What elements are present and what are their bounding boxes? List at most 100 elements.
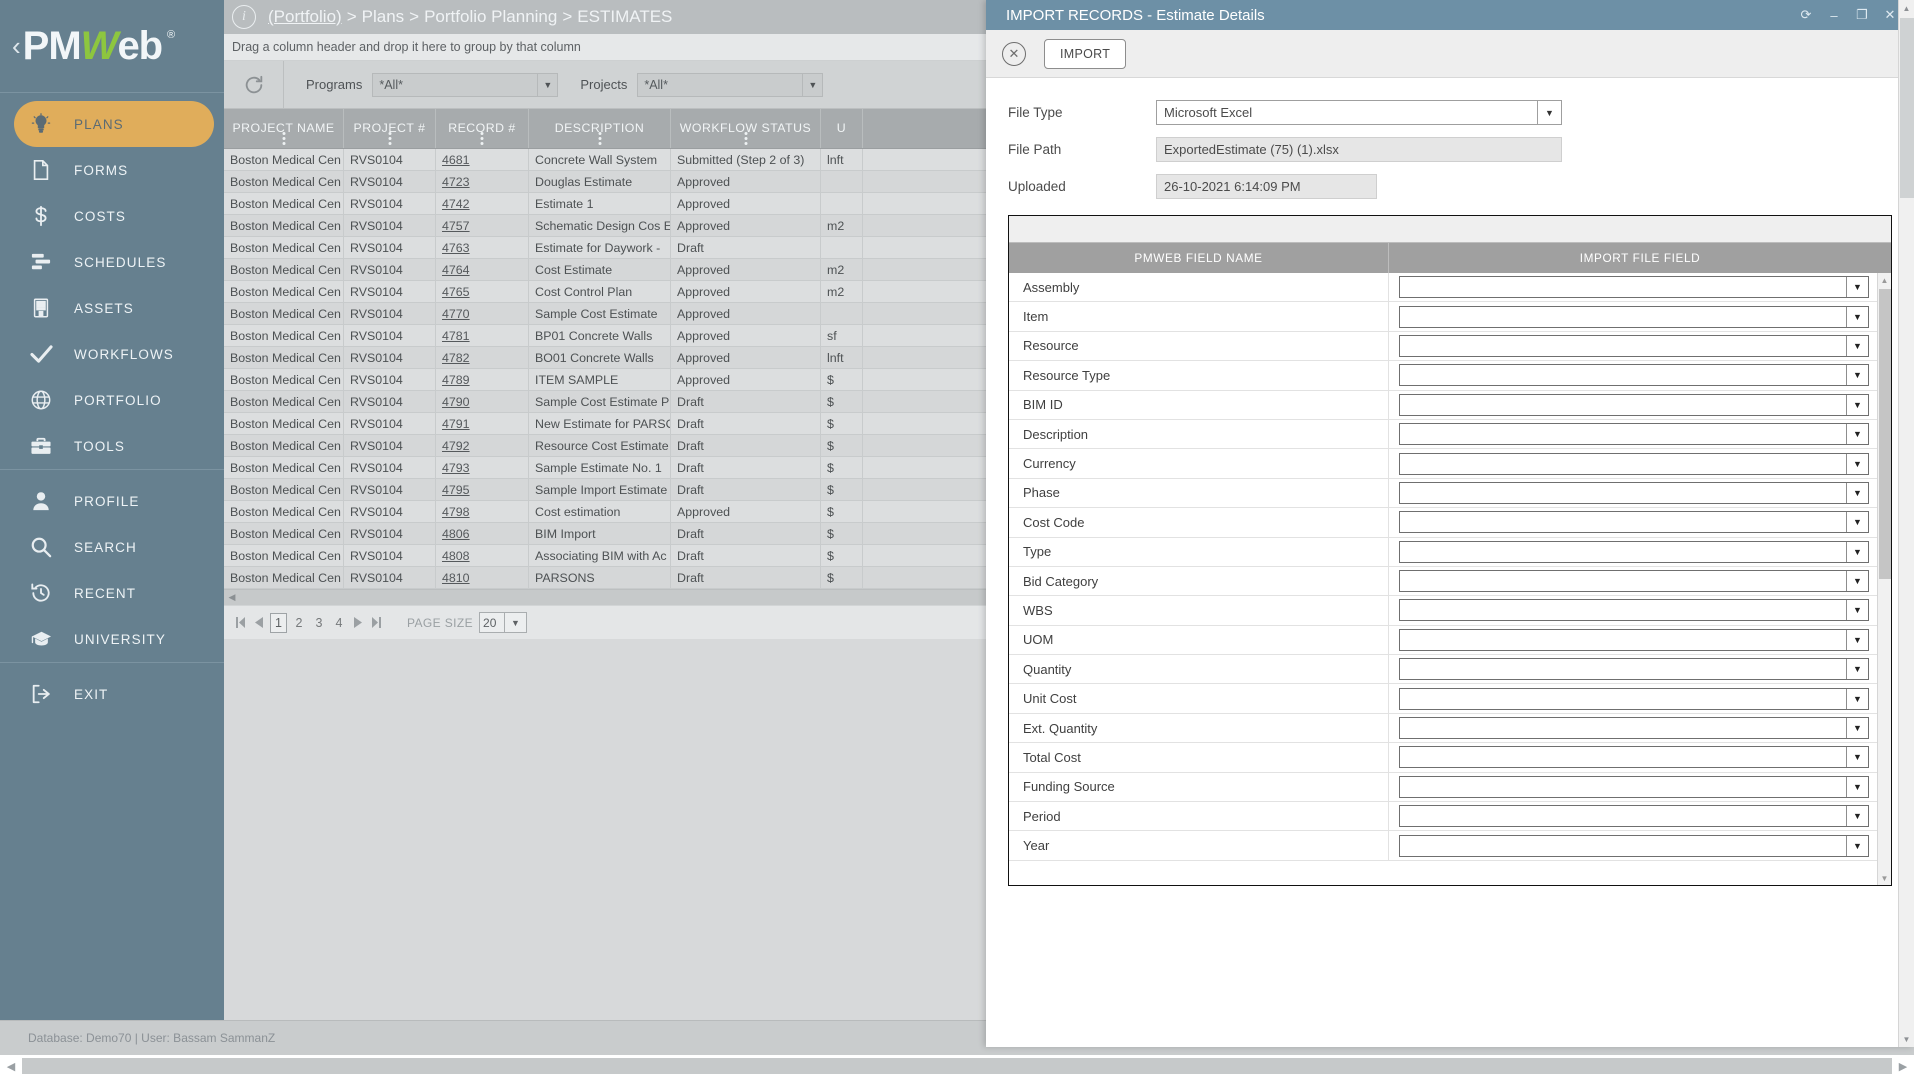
cell-record-number[interactable]: 4791 bbox=[436, 413, 529, 434]
cell-record-number[interactable]: 4757 bbox=[436, 215, 529, 236]
column-menu-icon[interactable] bbox=[388, 132, 391, 145]
mapping-select-total-cost[interactable]: ▼ bbox=[1399, 746, 1869, 769]
cell-record-number[interactable]: 4790 bbox=[436, 391, 529, 412]
mapping-select-unit-cost[interactable]: ▼ bbox=[1399, 687, 1869, 710]
cell-record-number[interactable]: 4781 bbox=[436, 325, 529, 346]
column-menu-icon[interactable] bbox=[598, 132, 601, 145]
mapping-select-cost-code[interactable]: ▼ bbox=[1399, 511, 1869, 534]
chevron-down-icon[interactable]: ▼ bbox=[1846, 512, 1868, 533]
import-button[interactable]: IMPORT bbox=[1044, 38, 1127, 69]
mapping-select-bid-category[interactable]: ▼ bbox=[1399, 570, 1869, 593]
mapping-select-funding-source[interactable]: ▼ bbox=[1399, 775, 1869, 798]
chevron-down-icon[interactable]: ▼ bbox=[1846, 453, 1868, 474]
mapping-select-item[interactable]: ▼ bbox=[1399, 305, 1869, 328]
mapping-select-period[interactable]: ▼ bbox=[1399, 805, 1869, 828]
mapping-select-type[interactable]: ▼ bbox=[1399, 540, 1869, 563]
cell-record-number[interactable]: 4792 bbox=[436, 435, 529, 456]
scroll-down-icon[interactable]: ▼ bbox=[1878, 871, 1891, 885]
cell-record-number[interactable]: 4723 bbox=[436, 171, 529, 192]
chevron-down-icon[interactable]: ▼ bbox=[1846, 718, 1868, 739]
pmweb-logo[interactable]: ‹ PMWeb ® bbox=[0, 0, 224, 92]
sidebar-item-costs[interactable]: COSTS bbox=[14, 193, 214, 239]
cell-record-number[interactable]: 4810 bbox=[436, 567, 529, 588]
scroll-up-icon[interactable]: ▲ bbox=[1899, 0, 1914, 16]
minimize-icon[interactable]: – bbox=[1820, 2, 1848, 28]
info-icon[interactable]: i bbox=[232, 5, 256, 29]
sidebar-item-schedules[interactable]: SCHEDULES bbox=[14, 239, 214, 285]
chevron-down-icon[interactable]: ▼ bbox=[1846, 659, 1868, 680]
chevron-down-icon[interactable]: ▼ bbox=[1846, 306, 1868, 327]
mapping-select-bim-id[interactable]: ▼ bbox=[1399, 393, 1869, 416]
chevron-down-icon[interactable]: ▼ bbox=[802, 73, 822, 96]
scroll-down-icon[interactable]: ▼ bbox=[1899, 1031, 1914, 1047]
chevron-down-icon[interactable]: ▼ bbox=[1846, 806, 1868, 827]
grid-col-u[interactable]: U bbox=[821, 109, 863, 148]
file-type-select[interactable]: Microsoft Excel ▼ bbox=[1156, 100, 1562, 125]
scrollbar-thumb[interactable] bbox=[1879, 289, 1891, 579]
cell-record-number[interactable]: 4763 bbox=[436, 237, 529, 258]
page-number-4[interactable]: 4 bbox=[331, 613, 347, 633]
sidebar-item-workflows[interactable]: WORKFLOWS bbox=[14, 331, 214, 377]
grid-col-record[interactable]: RECORD # bbox=[436, 109, 529, 148]
column-menu-icon[interactable] bbox=[480, 132, 484, 145]
maximize-icon[interactable]: ❐ bbox=[1848, 2, 1876, 28]
column-menu-icon[interactable] bbox=[744, 132, 747, 145]
scroll-left-icon[interactable]: ◀ bbox=[224, 592, 240, 603]
cell-record-number[interactable]: 4798 bbox=[436, 501, 529, 522]
cell-record-number[interactable]: 4770 bbox=[436, 303, 529, 324]
breadcrumb-root[interactable]: (Portfolio) bbox=[268, 7, 342, 26]
sidebar-item-profile[interactable]: PROFILE bbox=[14, 478, 214, 524]
cell-record-number[interactable]: 4742 bbox=[436, 193, 529, 214]
chevron-down-icon[interactable]: ▼ bbox=[1846, 394, 1868, 415]
scroll-track[interactable] bbox=[22, 1058, 1892, 1074]
cell-record-number[interactable]: 4782 bbox=[436, 347, 529, 368]
mapping-select-uom[interactable]: ▼ bbox=[1399, 628, 1869, 651]
grid-col-workflow-status[interactable]: WORKFLOW STATUS bbox=[671, 109, 821, 148]
chevron-down-icon[interactable]: ▼ bbox=[1846, 835, 1868, 856]
grid-col-project-name[interactable]: PROJECT NAME bbox=[224, 109, 344, 148]
cell-record-number[interactable]: 4795 bbox=[436, 479, 529, 500]
scrollbar-thumb[interactable] bbox=[1900, 18, 1914, 198]
sidebar-item-forms[interactable]: FORMS bbox=[14, 147, 214, 193]
sidebar-item-recent[interactable]: RECENT bbox=[14, 570, 214, 616]
scroll-up-icon[interactable]: ▲ bbox=[1878, 273, 1891, 287]
close-circle-icon[interactable]: ✕ bbox=[1002, 41, 1026, 66]
scroll-right-icon[interactable]: ▶ bbox=[1892, 1055, 1914, 1077]
last-page-icon[interactable] bbox=[368, 613, 384, 633]
sidebar-item-plans[interactable]: PLANS bbox=[14, 101, 214, 147]
chevron-down-icon[interactable]: ▼ bbox=[1537, 100, 1561, 125]
chevron-down-icon[interactable]: ▼ bbox=[1846, 688, 1868, 709]
chevron-down-icon[interactable]: ▼ bbox=[1846, 424, 1868, 445]
cell-record-number[interactable]: 4806 bbox=[436, 523, 529, 544]
chevron-down-icon[interactable]: ▼ bbox=[1846, 747, 1868, 768]
dialog-title-bar[interactable]: IMPORT RECORDS - Estimate Details ⟳ – ❐ … bbox=[986, 0, 1914, 30]
grid-col-project[interactable]: PROJECT # bbox=[344, 109, 436, 148]
chevron-down-icon[interactable]: ▼ bbox=[1846, 365, 1868, 386]
next-page-icon[interactable] bbox=[350, 613, 366, 633]
mapping-select-description[interactable]: ▼ bbox=[1399, 423, 1869, 446]
cell-record-number[interactable]: 4808 bbox=[436, 545, 529, 566]
chevron-down-icon[interactable]: ▼ bbox=[1846, 776, 1868, 797]
projects-select[interactable]: *All* ▼ bbox=[637, 72, 824, 97]
cell-record-number[interactable]: 4764 bbox=[436, 259, 529, 280]
prev-page-icon[interactable] bbox=[251, 613, 267, 633]
mapping-select-ext-quantity[interactable]: ▼ bbox=[1399, 717, 1869, 740]
sidebar-collapse-icon[interactable]: ‹ bbox=[12, 33, 21, 59]
cell-record-number[interactable]: 4681 bbox=[436, 149, 529, 170]
cell-record-number[interactable]: 4789 bbox=[436, 369, 529, 390]
chevron-down-icon[interactable]: ▼ bbox=[1846, 600, 1868, 621]
cell-record-number[interactable]: 4765 bbox=[436, 281, 529, 302]
grid-col-description[interactable]: DESCRIPTION bbox=[529, 109, 671, 148]
chevron-down-icon[interactable]: ▼ bbox=[1846, 335, 1868, 356]
page-number-3[interactable]: 3 bbox=[311, 613, 327, 633]
mapping-select-phase[interactable]: ▼ bbox=[1399, 481, 1869, 504]
chevron-down-icon[interactable]: ▼ bbox=[1846, 541, 1868, 562]
window-horizontal-scrollbar[interactable]: ◀ ▶ bbox=[0, 1055, 1914, 1077]
mapping-select-wbs[interactable]: ▼ bbox=[1399, 599, 1869, 622]
mapping-select-resource[interactable]: ▼ bbox=[1399, 334, 1869, 357]
mapping-select-quantity[interactable]: ▼ bbox=[1399, 658, 1869, 681]
page-size-dropdown-icon[interactable]: ▼ bbox=[505, 612, 528, 633]
breadcrumb-part-1[interactable]: Plans bbox=[362, 7, 405, 26]
sidebar-item-university[interactable]: UNIVERSITY bbox=[14, 616, 214, 662]
first-page-icon[interactable] bbox=[233, 613, 249, 633]
